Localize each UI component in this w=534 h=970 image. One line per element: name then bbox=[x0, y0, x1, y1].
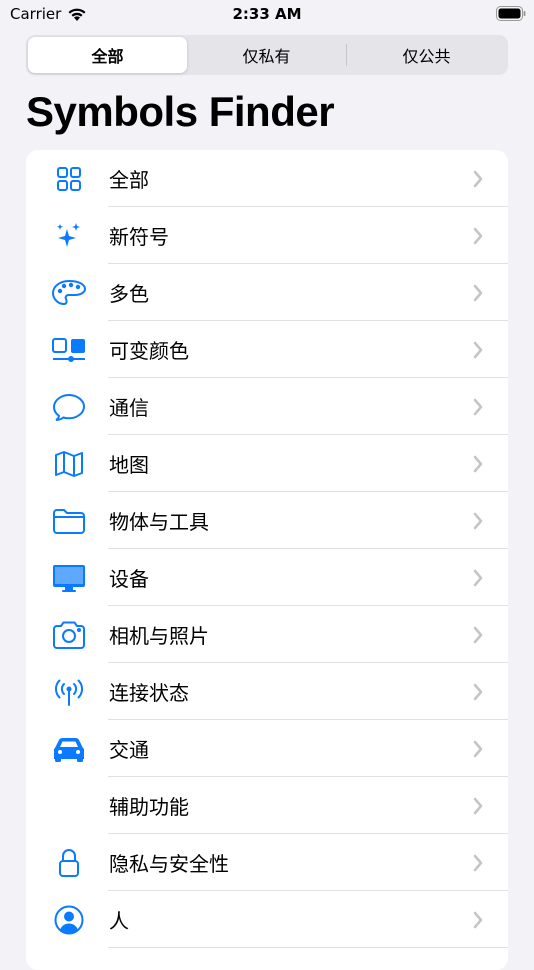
list-item-label: 人 bbox=[109, 909, 129, 933]
map-icon bbox=[50, 448, 88, 480]
list-item-objects-tools[interactable]: 物体与工具 bbox=[26, 492, 508, 549]
list-item-label: 物体与工具 bbox=[109, 510, 209, 534]
chevron-right-icon bbox=[473, 683, 483, 701]
list-item-all[interactable]: 全部 bbox=[26, 150, 508, 207]
chevron-right-icon bbox=[473, 911, 483, 929]
segment-public-only[interactable]: 仅公共 bbox=[347, 37, 506, 73]
chevron-right-icon bbox=[473, 341, 483, 359]
segment-private-only[interactable]: 仅私有 bbox=[187, 37, 346, 73]
segment-all-label: 全部 bbox=[91, 47, 124, 66]
segment-public-label: 仅公共 bbox=[402, 47, 451, 66]
battery-icon bbox=[496, 6, 526, 21]
list-item-label: 新符号 bbox=[109, 225, 169, 249]
list-item-variable-color[interactable]: 可变颜色 bbox=[26, 321, 508, 378]
segment-all[interactable]: 全部 bbox=[28, 37, 187, 73]
camera-icon bbox=[50, 619, 88, 651]
scope-segmented-control: 全部 仅私有 仅公共 bbox=[26, 35, 508, 75]
list-item-label: 全部 bbox=[109, 168, 149, 192]
paint-palette-icon bbox=[50, 277, 88, 309]
list-item-connectivity[interactable]: 连接状态 bbox=[26, 663, 508, 720]
chevron-right-icon bbox=[473, 227, 483, 245]
list-item-camera-photos[interactable]: 相机与照片 bbox=[26, 606, 508, 663]
chevron-right-icon bbox=[473, 797, 483, 815]
list-item-people[interactable]: 人 bbox=[26, 891, 508, 948]
chevron-right-icon bbox=[473, 626, 483, 644]
chevron-right-icon bbox=[473, 284, 483, 302]
sparkles-icon bbox=[50, 220, 88, 252]
list-item-label: 地图 bbox=[109, 453, 149, 477]
chevron-right-icon bbox=[473, 512, 483, 530]
chevron-right-icon bbox=[473, 398, 483, 416]
list-item-accessibility[interactable]: 辅助功能 bbox=[26, 777, 508, 834]
chevron-right-icon bbox=[473, 569, 483, 587]
list-item-label: 隐私与安全性 bbox=[109, 852, 229, 876]
list-item-label: 多色 bbox=[109, 282, 149, 306]
chevron-right-icon bbox=[473, 854, 483, 872]
chevron-right-icon bbox=[473, 740, 483, 758]
antenna-icon bbox=[50, 676, 88, 708]
list-item-communication[interactable]: 通信 bbox=[26, 378, 508, 435]
folder-icon bbox=[50, 505, 88, 537]
list-item-label: 可变颜色 bbox=[109, 339, 189, 363]
lock-icon bbox=[50, 847, 88, 879]
list-item-label: 相机与照片 bbox=[109, 624, 209, 648]
variable-color-icon bbox=[50, 334, 88, 366]
list-item-new-symbols[interactable]: 新符号 bbox=[26, 207, 508, 264]
status-bar: Carrier 2:33 AM bbox=[0, 0, 534, 30]
list-item-label: 交通 bbox=[109, 738, 149, 762]
list-item-multicolor[interactable]: 多色 bbox=[26, 264, 508, 321]
segment-private-label: 仅私有 bbox=[242, 47, 291, 66]
list-item-label: 辅助功能 bbox=[109, 795, 189, 819]
car-icon bbox=[50, 733, 88, 765]
chevron-right-icon bbox=[473, 455, 483, 473]
list-item-devices[interactable]: 设备 bbox=[26, 549, 508, 606]
list-item-label: 连接状态 bbox=[109, 681, 189, 705]
row-separator bbox=[108, 947, 508, 948]
list-item-label: 通信 bbox=[109, 396, 149, 420]
page-title: Symbols Finder bbox=[26, 88, 335, 135]
chevron-right-icon bbox=[473, 170, 483, 188]
desktop-monitor-icon bbox=[50, 562, 88, 594]
list-item-privacy-security[interactable]: 隐私与安全性 bbox=[26, 834, 508, 891]
speech-bubble-icon bbox=[50, 391, 88, 423]
status-time: 2:33 AM bbox=[232, 5, 302, 23]
person-circle-icon bbox=[50, 904, 88, 936]
grid-icon bbox=[50, 163, 88, 195]
list-item-label: 设备 bbox=[109, 567, 149, 591]
category-list: 全部 新符号 多色 可变颜色 通信 地图 物体与工具 设备 相机与照片 连接状态… bbox=[26, 150, 508, 970]
list-item-transportation[interactable]: 交通 bbox=[26, 720, 508, 777]
list-item-maps[interactable]: 地图 bbox=[26, 435, 508, 492]
